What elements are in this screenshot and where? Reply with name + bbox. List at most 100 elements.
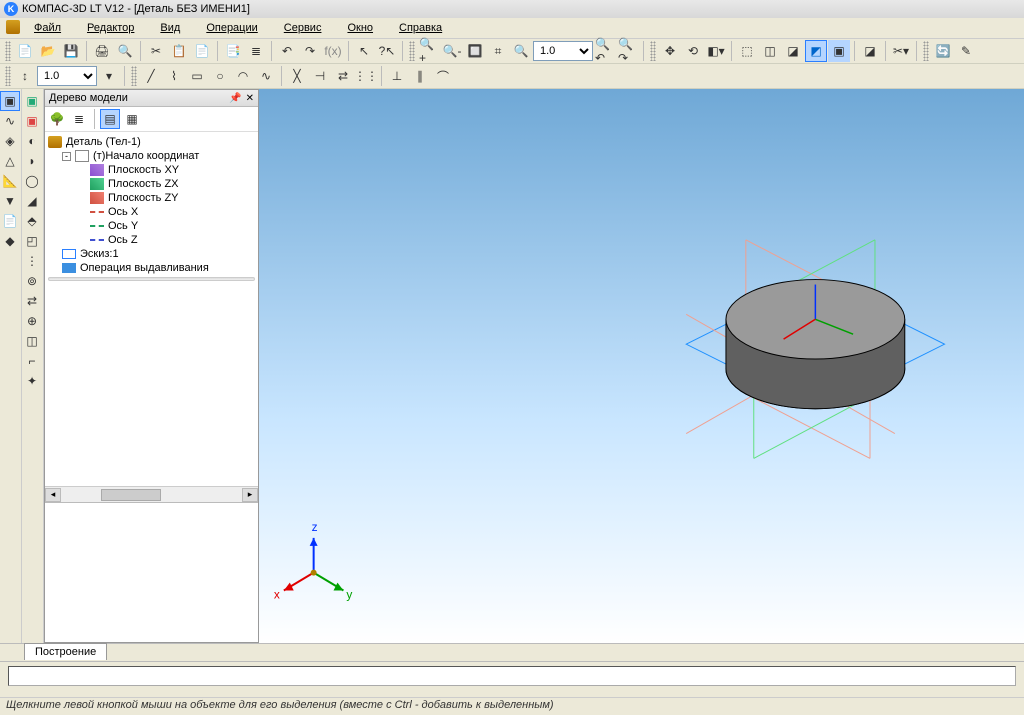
- orientation-button[interactable]: ◧▾: [705, 40, 727, 62]
- tree-axis-x[interactable]: Ось X: [48, 205, 255, 219]
- menu-help[interactable]: Справка: [387, 20, 454, 36]
- new-button[interactable]: 📄: [14, 40, 36, 62]
- copy-button[interactable]: 📋: [168, 40, 190, 62]
- circle-tool[interactable]: ○: [209, 65, 231, 87]
- print-button[interactable]: 🖨: [91, 40, 113, 62]
- pin-icon[interactable]: 📌: [229, 93, 241, 104]
- menu-edit[interactable]: Редактор: [75, 20, 146, 36]
- preview-button[interactable]: 🔍: [114, 40, 136, 62]
- hole-icon[interactable]: ◯: [22, 171, 42, 191]
- layer-button[interactable]: ≣: [245, 40, 267, 62]
- elem-icon[interactable]: ◆: [0, 231, 20, 251]
- extrude-icon[interactable]: ▣: [22, 91, 42, 111]
- viewport-3d[interactable]: z y x: [259, 89, 1024, 643]
- iso-wire-button[interactable]: ⬚: [736, 40, 758, 62]
- filter-icon[interactable]: ▼: [0, 191, 20, 211]
- menu-operations[interactable]: Операции: [194, 20, 269, 36]
- menu-file[interactable]: Файл: [22, 20, 73, 36]
- zoom-window-button[interactable]: ⌗: [487, 40, 509, 62]
- zoom-fit-button[interactable]: 🔲: [464, 40, 486, 62]
- iso-shadededge-button[interactable]: ▣: [828, 40, 850, 62]
- bool-icon[interactable]: ⊕: [22, 311, 42, 331]
- tree-root[interactable]: Деталь (Тел-1): [48, 135, 255, 149]
- sheet-icon[interactable]: ◫: [22, 331, 42, 351]
- mirror-feat-icon[interactable]: ⇄: [22, 291, 42, 311]
- grip[interactable]: [5, 66, 11, 86]
- tree-plane-xy[interactable]: Плоскость XY: [48, 163, 255, 177]
- model-tree[interactable]: Деталь (Тел-1) - (т)Начало координат Пло…: [45, 132, 258, 486]
- tree-mode-3[interactable]: ▤: [100, 109, 120, 129]
- scale-combo[interactable]: 1.0: [37, 66, 97, 86]
- pan-button[interactable]: ✥: [659, 40, 681, 62]
- measure-icon[interactable]: 📐: [0, 171, 20, 191]
- collapse-icon[interactable]: -: [62, 152, 71, 161]
- menu-window[interactable]: Окно: [335, 20, 385, 36]
- polyline-tool[interactable]: ⌇: [163, 65, 185, 87]
- zoom-actual-button[interactable]: 🔍: [510, 40, 532, 62]
- bend-icon[interactable]: ⌐: [22, 351, 42, 371]
- grip[interactable]: [5, 41, 11, 61]
- tree-extrusion[interactable]: Операция выдавливания: [48, 261, 255, 275]
- grip[interactable]: [923, 41, 929, 61]
- spline-tool[interactable]: ∿: [255, 65, 277, 87]
- scroll-thumb[interactable]: [101, 489, 161, 501]
- rebuild-button[interactable]: 🔄: [932, 40, 954, 62]
- redo-button[interactable]: ↷: [299, 40, 321, 62]
- mirror-tool[interactable]: ⇄: [332, 65, 354, 87]
- paste-button[interactable]: 📄: [191, 40, 213, 62]
- save-button[interactable]: 💾: [60, 40, 82, 62]
- tree-sketch[interactable]: Эскиз:1: [48, 247, 255, 261]
- tab-construction[interactable]: Построение: [24, 643, 107, 660]
- tree-mode-1[interactable]: 🌳: [47, 109, 67, 129]
- arc-tool[interactable]: ◠: [232, 65, 254, 87]
- tree-plane-zx[interactable]: Плоскость ZX: [48, 177, 255, 191]
- perspective-button[interactable]: ◪: [859, 40, 881, 62]
- props-button[interactable]: 📑: [222, 40, 244, 62]
- fx-button[interactable]: f(x): [322, 40, 344, 62]
- command-input[interactable]: [8, 666, 1016, 686]
- cut-line-tool[interactable]: ╳: [286, 65, 308, 87]
- undo-button[interactable]: ↶: [276, 40, 298, 62]
- perp-tool[interactable]: ⊥: [386, 65, 408, 87]
- zoom-next-button[interactable]: 🔍↷: [617, 40, 639, 62]
- iso-hidden-button[interactable]: ◫: [759, 40, 781, 62]
- pattern-circ-icon[interactable]: ⊚: [22, 271, 42, 291]
- draft-icon[interactable]: ⬘: [22, 211, 42, 231]
- arrow-left[interactable]: ▾: [98, 65, 120, 87]
- revolve-icon[interactable]: ◐: [22, 131, 42, 151]
- rib-icon[interactable]: ◢: [22, 191, 42, 211]
- tree-mode-2[interactable]: ≣: [69, 109, 89, 129]
- iso-shaded-button[interactable]: ◩: [805, 40, 827, 62]
- edit-part-icon[interactable]: ▣: [0, 91, 20, 111]
- tree-axis-z[interactable]: Ось Z: [48, 233, 255, 247]
- zoom-prev-button[interactable]: 🔍↶: [594, 40, 616, 62]
- aux-geom-icon[interactable]: △: [0, 151, 20, 171]
- open-button[interactable]: 📂: [37, 40, 59, 62]
- scroll-left-icon[interactable]: ◂: [45, 488, 61, 502]
- close-icon[interactable]: ✕: [246, 93, 254, 104]
- help-pointer-button[interactable]: ?↖: [376, 40, 398, 62]
- zoom-combo[interactable]: 1.0: [533, 41, 593, 61]
- other-icon[interactable]: ✦: [22, 371, 42, 391]
- shell-icon[interactable]: ◰: [22, 231, 42, 251]
- cut-extrude-icon[interactable]: ▣: [22, 111, 42, 131]
- grip[interactable]: [131, 66, 137, 86]
- rect-tool[interactable]: ▭: [186, 65, 208, 87]
- tree-plane-zy[interactable]: Плоскость ZY: [48, 191, 255, 205]
- line-tool[interactable]: ╱: [140, 65, 162, 87]
- spec-icon[interactable]: 📄: [0, 211, 20, 231]
- parallel-tool[interactable]: ∥: [409, 65, 431, 87]
- tree-scroll[interactable]: ◂ ▸: [45, 486, 258, 502]
- grip[interactable]: [650, 41, 656, 61]
- rollback-bar[interactable]: [48, 277, 255, 281]
- menu-view[interactable]: Вид: [148, 20, 192, 36]
- cut-button[interactable]: ✂: [145, 40, 167, 62]
- extend-tool[interactable]: ⊣: [309, 65, 331, 87]
- menu-service[interactable]: Сервис: [272, 20, 334, 36]
- section-button[interactable]: ✂▾: [890, 40, 912, 62]
- rotate-button[interactable]: ⟲: [682, 40, 704, 62]
- tree-origin[interactable]: - (т)Начало координат: [48, 149, 255, 163]
- scroll-right-icon[interactable]: ▸: [242, 488, 258, 502]
- spatial-curves-icon[interactable]: ∿: [0, 111, 20, 131]
- surfaces-icon[interactable]: ◈: [0, 131, 20, 151]
